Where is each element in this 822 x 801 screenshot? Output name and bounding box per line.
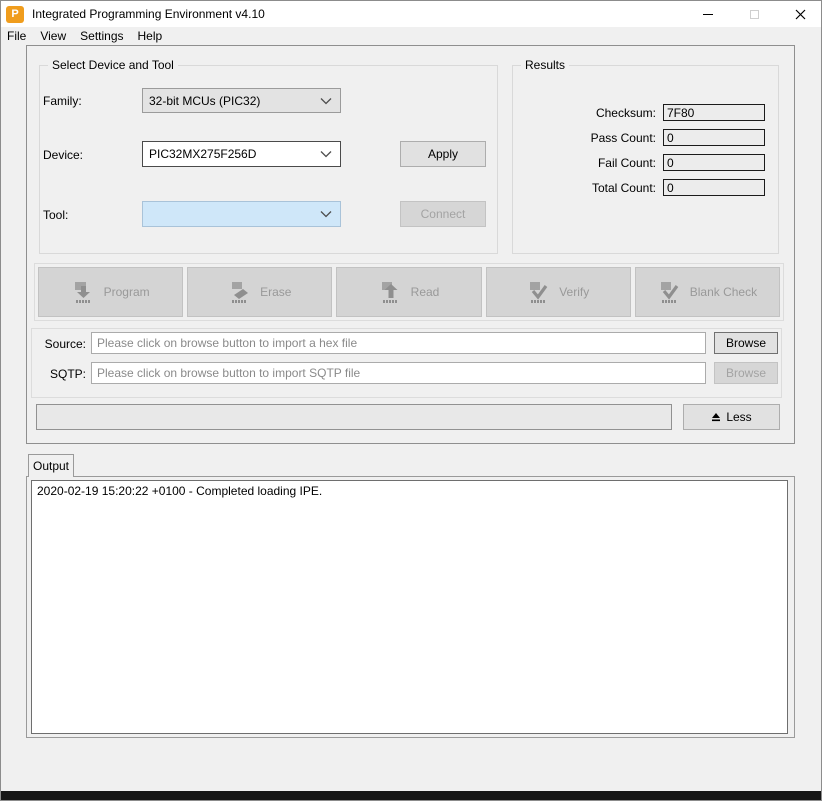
source-label: Source: [44,337,86,351]
group-title: Select Device and Tool [48,58,178,72]
chevron-down-icon [320,97,332,104]
apply-button[interactable]: Apply [400,141,486,167]
minimize-icon [703,13,713,15]
program-button[interactable]: Program [38,267,184,317]
erase-icon [232,282,249,303]
less-button[interactable]: Less [683,404,780,430]
titlebar[interactable]: P Integrated Programming Environment v4.… [1,1,821,27]
blank-check-icon [660,282,679,303]
group-title: Results [521,58,570,72]
program-icon [74,282,91,303]
erase-button[interactable]: Erase [187,267,333,317]
bottom-bar [1,791,821,800]
menu-settings[interactable]: Settings [73,28,130,44]
pass-count-label: Pass Count: [590,131,656,145]
tab-output[interactable]: Output [28,454,74,477]
device-select[interactable]: PIC32MX275F256D [142,141,341,167]
family-label: Family: [43,94,82,108]
tool-label: Tool: [43,208,69,222]
checksum-label: Checksum: [595,106,656,120]
source-input[interactable] [91,332,706,354]
read-button[interactable]: Read [336,267,482,317]
fail-count-value: 0 [663,154,765,171]
maximize-icon [749,9,759,19]
device-label: Device: [43,148,84,162]
app-logo-icon: P [6,5,24,23]
maximize-button[interactable] [731,1,777,27]
less-eject-icon [712,412,721,421]
tool-select[interactable] [142,201,341,227]
browse-sqtp-button[interactable]: Browse [714,362,778,384]
close-button[interactable] [777,1,821,27]
total-count-label: Total Count: [591,181,656,195]
chevron-down-icon [320,151,332,158]
blank-check-button[interactable]: Blank Check [634,267,781,317]
window-title: Integrated Programming Environment v4.10 [32,7,265,21]
verify-button[interactable]: Verify [485,267,631,317]
close-icon [795,9,805,19]
sqtp-input[interactable] [91,362,706,384]
sqtp-label: SQTP: [49,367,86,381]
app-window: P Integrated Programming Environment v4.… [0,0,822,801]
minimize-button[interactable] [685,1,731,27]
browse-source-button[interactable]: Browse [714,332,778,354]
menu-view[interactable]: View [33,28,73,44]
pass-count-value: 0 [663,129,765,146]
connect-button[interactable]: Connect [400,201,486,227]
family-value: 32-bit MCUs (PIC32) [149,93,261,108]
read-icon [381,282,398,303]
device-value: PIC32MX275F256D [149,147,257,161]
log-line: 2020-02-19 15:20:22 +0100 - Completed lo… [37,484,323,498]
output-log[interactable]: 2020-02-19 15:20:22 +0100 - Completed lo… [31,480,788,734]
menu-help[interactable]: Help [131,28,170,44]
menubar: File View Settings Help [1,27,821,45]
menu-file[interactable]: File [1,28,33,44]
action-button-row: Program Erase Read Verify Blank Check [34,263,784,321]
verify-icon [530,282,548,303]
fail-count-label: Fail Count: [597,156,656,170]
checksum-value: 7F80 [663,104,765,121]
family-select[interactable]: 32-bit MCUs (PIC32) [142,88,341,113]
progress-bar [36,404,672,430]
total-count-value: 0 [663,179,765,196]
chevron-down-icon [320,211,332,218]
